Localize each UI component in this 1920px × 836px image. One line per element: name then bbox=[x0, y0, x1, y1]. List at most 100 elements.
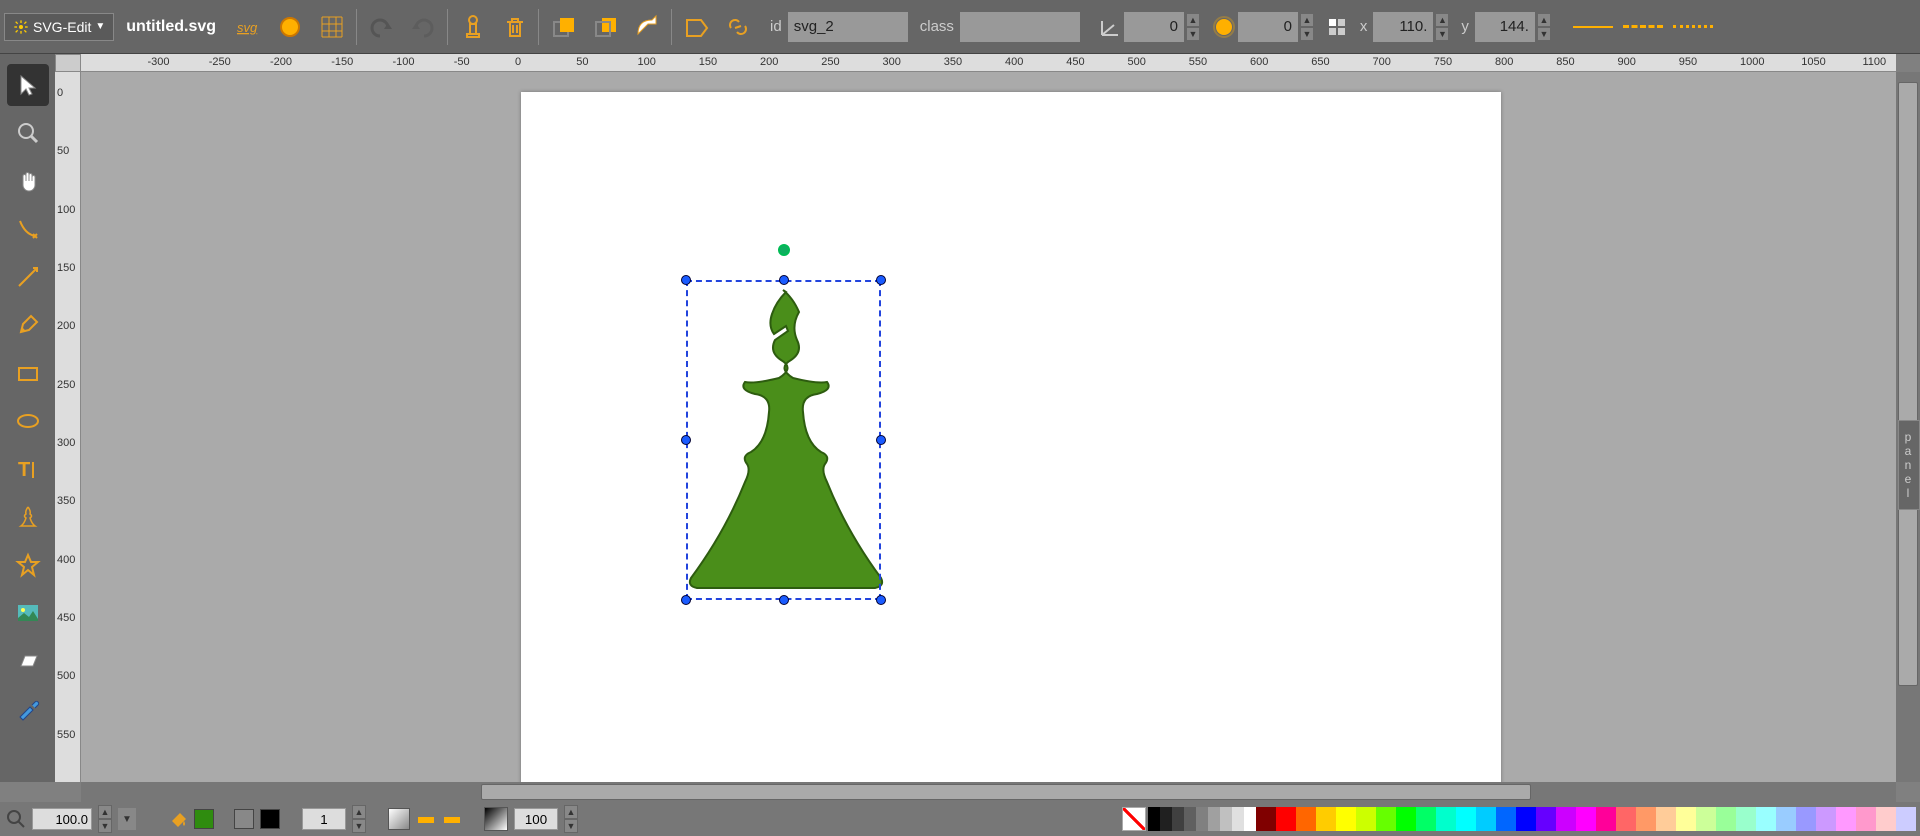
spin-down-icon[interactable]: ▼ bbox=[352, 819, 366, 833]
polygon-tool[interactable] bbox=[7, 640, 49, 682]
spin-down-icon[interactable]: ▼ bbox=[1537, 27, 1551, 41]
palette-swatch[interactable] bbox=[1416, 807, 1436, 831]
show-grid-button[interactable] bbox=[312, 7, 352, 47]
clone-button[interactable] bbox=[452, 7, 492, 47]
spin-up-icon[interactable]: ▲ bbox=[98, 805, 112, 819]
edit-source-button[interactable]: svg bbox=[228, 7, 268, 47]
hyperlink-button[interactable] bbox=[718, 7, 758, 47]
spin-down-icon[interactable]: ▼ bbox=[98, 819, 112, 833]
palette-swatch[interactable] bbox=[1536, 807, 1556, 831]
spin-up-icon[interactable]: ▲ bbox=[1300, 13, 1314, 27]
palette-swatch[interactable] bbox=[1856, 807, 1876, 831]
resize-handle[interactable] bbox=[681, 595, 691, 605]
palette-swatch[interactable] bbox=[1296, 807, 1316, 831]
palette-swatch[interactable] bbox=[1160, 807, 1172, 831]
palette-swatch[interactable] bbox=[1172, 807, 1184, 831]
palette-swatch[interactable] bbox=[1816, 807, 1836, 831]
stroke-solid-option[interactable] bbox=[1573, 26, 1613, 28]
main-menu-button[interactable]: SVG-Edit ▼ bbox=[4, 13, 114, 41]
stroke-dot-option[interactable] bbox=[1673, 25, 1713, 28]
angle-spinner[interactable]: ▲▼ bbox=[1186, 13, 1200, 41]
line-tool[interactable] bbox=[7, 256, 49, 298]
linecap-butt-icon[interactable] bbox=[416, 809, 436, 829]
palette-swatch[interactable] bbox=[1516, 807, 1536, 831]
resize-handle[interactable] bbox=[876, 595, 886, 605]
spin-up-icon[interactable]: ▲ bbox=[1186, 13, 1200, 27]
palette-swatch[interactable] bbox=[1776, 807, 1796, 831]
rect-tool[interactable] bbox=[7, 352, 49, 394]
delete-button[interactable] bbox=[494, 7, 534, 47]
canvas[interactable] bbox=[521, 92, 1501, 782]
pencil-tool[interactable] bbox=[7, 208, 49, 250]
palette-swatch[interactable] bbox=[1184, 807, 1196, 831]
palette-swatch[interactable] bbox=[1148, 807, 1160, 831]
stroke-width-input[interactable] bbox=[302, 808, 346, 830]
spin-down-icon[interactable]: ▼ bbox=[1186, 27, 1200, 41]
palette-swatch[interactable] bbox=[1576, 807, 1596, 831]
wireframe-mode-button[interactable] bbox=[270, 7, 310, 47]
shape-library-tool[interactable] bbox=[7, 496, 49, 538]
resize-handle[interactable] bbox=[681, 435, 691, 445]
palette-swatch[interactable] bbox=[1376, 807, 1396, 831]
y-spinner[interactable]: ▲▼ bbox=[1537, 13, 1551, 41]
blur-input[interactable] bbox=[1238, 12, 1298, 42]
fill-color-swatch[interactable] bbox=[194, 809, 214, 829]
zoom-spinner[interactable]: ▲▼ bbox=[98, 805, 112, 833]
palette-swatch[interactable] bbox=[1876, 807, 1896, 831]
palette-swatch[interactable] bbox=[1336, 807, 1356, 831]
palette-swatch[interactable] bbox=[1232, 807, 1244, 831]
palette-swatch[interactable] bbox=[1356, 807, 1376, 831]
workarea[interactable] bbox=[81, 72, 1896, 782]
rotation-handle[interactable] bbox=[778, 244, 790, 256]
scrollbar-thumb[interactable] bbox=[1898, 82, 1918, 686]
stroke-color-swatch[interactable] bbox=[260, 809, 280, 829]
zoom-tool[interactable] bbox=[7, 112, 49, 154]
palette-swatch[interactable] bbox=[1896, 807, 1916, 831]
spin-down-icon[interactable]: ▼ bbox=[1435, 27, 1449, 41]
spin-up-icon[interactable]: ▲ bbox=[1537, 13, 1551, 27]
path-tool[interactable] bbox=[7, 304, 49, 346]
no-color-swatch[interactable] bbox=[1122, 807, 1146, 831]
palette-swatch[interactable] bbox=[1696, 807, 1716, 831]
resize-handle[interactable] bbox=[876, 435, 886, 445]
x-input[interactable] bbox=[1373, 12, 1433, 42]
palette-swatch[interactable] bbox=[1676, 807, 1696, 831]
pan-tool[interactable] bbox=[7, 160, 49, 202]
zoom-dropdown[interactable]: ▼ bbox=[118, 808, 136, 830]
gradient-picker[interactable] bbox=[484, 807, 508, 831]
palette-swatch[interactable] bbox=[1456, 807, 1476, 831]
palette-swatch[interactable] bbox=[1220, 807, 1232, 831]
document-filename[interactable]: untitled.svg bbox=[126, 18, 216, 36]
spin-up-icon[interactable]: ▲ bbox=[1435, 13, 1449, 27]
select-tool[interactable] bbox=[7, 64, 49, 106]
angle-input[interactable] bbox=[1124, 12, 1184, 42]
scrollbar-thumb[interactable] bbox=[481, 784, 1531, 800]
side-panel-toggle[interactable]: p a n e l bbox=[1898, 420, 1920, 510]
ellipse-tool[interactable] bbox=[7, 400, 49, 442]
palette-swatch[interactable] bbox=[1316, 807, 1336, 831]
selection-box[interactable] bbox=[686, 280, 881, 600]
image-tool[interactable] bbox=[7, 592, 49, 634]
id-input[interactable] bbox=[788, 12, 908, 42]
palette-swatch[interactable] bbox=[1496, 807, 1516, 831]
class-input[interactable] bbox=[960, 12, 1080, 42]
linejoin-miter-icon[interactable] bbox=[442, 809, 462, 829]
palette-swatch[interactable] bbox=[1244, 807, 1256, 831]
y-input[interactable] bbox=[1475, 12, 1535, 42]
palette-swatch[interactable] bbox=[1208, 807, 1220, 831]
resize-handle[interactable] bbox=[779, 275, 789, 285]
resize-handle[interactable] bbox=[681, 275, 691, 285]
scrollbar-horizontal[interactable] bbox=[81, 782, 1896, 802]
spin-up-icon[interactable]: ▲ bbox=[564, 805, 578, 819]
palette-swatch[interactable] bbox=[1716, 807, 1736, 831]
palette-swatch[interactable] bbox=[1836, 807, 1856, 831]
blur-spinner[interactable]: ▲▼ bbox=[1300, 13, 1314, 41]
text-tool[interactable]: T bbox=[7, 448, 49, 490]
move-bottom-button[interactable] bbox=[585, 7, 625, 47]
spin-down-icon[interactable]: ▼ bbox=[1300, 27, 1314, 41]
zoom-input[interactable] bbox=[32, 808, 92, 830]
convert-path-button[interactable] bbox=[627, 7, 667, 47]
palette-swatch[interactable] bbox=[1656, 807, 1676, 831]
star-tool[interactable] bbox=[7, 544, 49, 586]
stroke-dash-option[interactable] bbox=[1623, 25, 1663, 28]
